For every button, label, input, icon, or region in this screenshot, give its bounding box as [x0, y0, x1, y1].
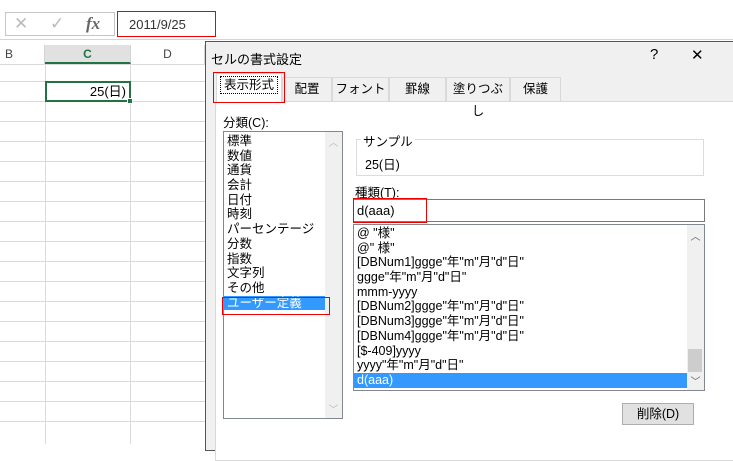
- category-list[interactable]: 標準 数値 通貨 会計 日付 時刻 パーセンテージ 分数 指数 文字列 その他 …: [223, 131, 343, 419]
- type-item[interactable]: [DBNum1]ggge"年"m"月"d"日": [354, 255, 687, 270]
- formula-bar: ✕ ✓ fx 2011/9/25: [0, 0, 733, 40]
- formula-buttons: ✕ ✓ fx: [5, 12, 115, 36]
- type-item[interactable]: [DBNum4]ggge"年"m"月"d"日": [354, 329, 687, 344]
- tab-alignment[interactable]: 配置: [282, 77, 332, 101]
- enter-icon[interactable]: ✓: [50, 14, 64, 34]
- highlight-tab: [213, 72, 285, 103]
- category-label: 分類(C):: [223, 116, 269, 130]
- cancel-icon[interactable]: ✕: [14, 14, 28, 34]
- column-header-d[interactable]: D: [131, 45, 205, 64]
- type-item[interactable]: [$-409]yyyy: [354, 344, 687, 359]
- scroll-up-icon[interactable]: ︿: [687, 228, 704, 243]
- highlight-category: [222, 297, 330, 315]
- type-item[interactable]: mmm-yyyy: [354, 285, 687, 300]
- scroll-down-icon[interactable]: ﹀: [687, 373, 704, 388]
- scroll-down-icon[interactable]: ﹀: [325, 401, 342, 416]
- close-button[interactable]: ✕: [691, 46, 704, 64]
- type-item[interactable]: @ "様": [354, 226, 687, 241]
- highlight-type: [353, 198, 427, 223]
- tab-fill[interactable]: 塗りつぶし: [446, 77, 510, 118]
- column-header-b[interactable]: B: [0, 45, 45, 64]
- type-item[interactable]: [DBNum3]ggge"年"m"月"d"日": [354, 314, 687, 329]
- type-item-selected[interactable]: d(aaa): [354, 372, 687, 388]
- tab-font[interactable]: フォント: [332, 77, 389, 101]
- type-item[interactable]: yyyy"年"m"月"d"日": [354, 358, 687, 373]
- delete-button[interactable]: 削除(D): [622, 403, 694, 425]
- type-scrollbar[interactable]: ︿ ﹀: [687, 225, 704, 390]
- sample-label: サンプル: [361, 131, 415, 150]
- fill-handle[interactable]: [127, 98, 133, 104]
- tab-protection[interactable]: 保護: [510, 77, 561, 101]
- format-cells-dialog: セルの書式設定 ? ✕ 表示形式 配置 フォント 罫線 塗りつぶし 保護 分類(…: [205, 41, 733, 461]
- type-item[interactable]: @" 様": [354, 241, 687, 256]
- column-header-c[interactable]: C: [45, 45, 131, 64]
- sample-value: 25(日): [365, 158, 400, 172]
- help-button[interactable]: ?: [650, 46, 658, 63]
- tab-border[interactable]: 罫線: [389, 77, 446, 101]
- dialog-title: セルの書式設定: [211, 52, 303, 67]
- formula-input[interactable]: 2011/9/25: [117, 11, 216, 37]
- type-list[interactable]: @ "様" @" 様" [DBNum1]ggge"年"m"月"d"日" ggge…: [353, 224, 705, 391]
- category-scrollbar[interactable]: ︿ ﹀: [325, 132, 342, 418]
- active-cell-c[interactable]: 25(日): [45, 81, 131, 102]
- type-item[interactable]: [DBNum2]ggge"年"m"月"d"日": [354, 299, 687, 314]
- insert-function-icon[interactable]: fx: [86, 14, 100, 34]
- type-item[interactable]: ggge"年"m"月"d"日": [354, 270, 687, 285]
- scroll-thumb[interactable]: [688, 349, 702, 372]
- scroll-up-icon[interactable]: ︿: [325, 134, 342, 149]
